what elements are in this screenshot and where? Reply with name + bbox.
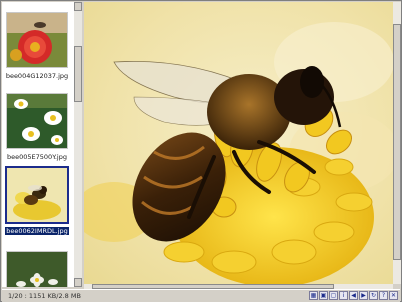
bee-on-flower-image [84, 2, 393, 284]
thumbnail-image[interactable] [5, 166, 69, 224]
viewer-vertical-scrollbar[interactable] [393, 2, 401, 284]
rotate-icon[interactable]: ↻ [369, 291, 378, 300]
thumbnail-image[interactable] [6, 93, 68, 149]
viewer-toolbar: ▦ ▣ ▢ i ◀ ▶ ↻ ? ✕ [309, 291, 398, 301]
previous-icon[interactable]: ◀ [349, 291, 358, 300]
thumbnail-filename: bee0062IMRDL.jpg [5, 227, 69, 235]
thumbnail-image[interactable] [6, 251, 68, 287]
scroll-down-arrow[interactable] [74, 278, 82, 287]
scrollbar-thumb[interactable] [393, 24, 401, 260]
status-text: 1/20 : 1151 KB/2.8 MB [8, 292, 81, 300]
grid-view-icon[interactable]: ▦ [309, 291, 318, 300]
image-icon[interactable]: ▣ [319, 291, 328, 300]
info-icon[interactable]: i [339, 291, 348, 300]
status-bar: 1/20 : 1151 KB/2.8 MB ▦ ▣ ▢ i ◀ ▶ ↻ ? ✕ [2, 289, 400, 302]
image-viewer[interactable] [84, 2, 393, 284]
close-icon[interactable]: ✕ [389, 291, 398, 300]
thumbnail-panel: bee004G12037.jpg bee005E7500Y.jpg bee006… [2, 2, 74, 287]
help-icon[interactable]: ? [379, 291, 388, 300]
fullscreen-icon[interactable]: ▢ [329, 291, 338, 300]
scrollbar-thumb[interactable] [74, 46, 82, 102]
app-window: bee004G12037.jpg bee005E7500Y.jpg bee006… [0, 0, 402, 302]
thumbnail-filename: bee004G12037.jpg [5, 72, 69, 80]
thumbnail-image[interactable] [6, 12, 68, 68]
scroll-up-arrow[interactable] [74, 2, 82, 11]
thumbnail-scrollbar[interactable] [74, 2, 82, 287]
next-icon[interactable]: ▶ [359, 291, 368, 300]
thumbnail-filename: bee005E7500Y.jpg [7, 153, 67, 161]
